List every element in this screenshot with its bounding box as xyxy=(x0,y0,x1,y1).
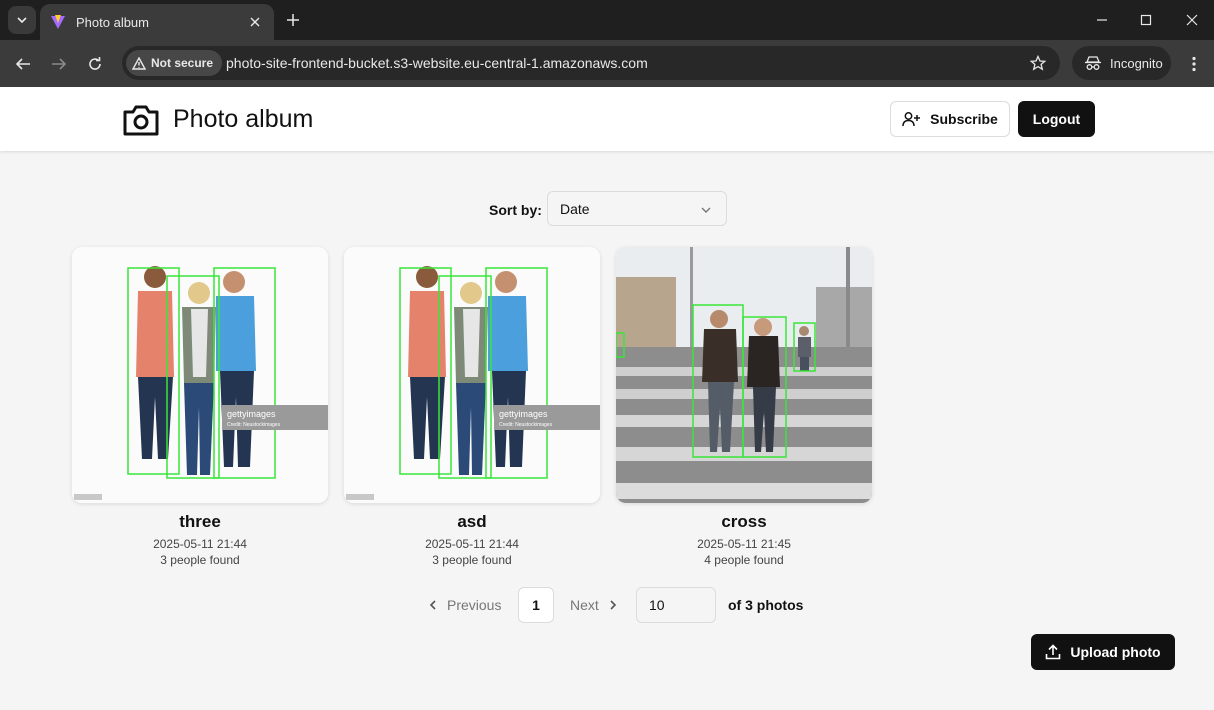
people-count: 3 people found xyxy=(432,553,512,567)
security-indicator[interactable]: Not secure xyxy=(126,50,223,76)
next-label: Next xyxy=(570,597,599,613)
watermark-text: gettyimages xyxy=(227,409,276,419)
subscribe-button[interactable]: Subscribe xyxy=(890,101,1010,137)
vite-favicon-icon xyxy=(50,14,66,30)
warning-icon xyxy=(132,56,146,70)
chevron-down-icon xyxy=(701,207,711,213)
sort-value: Date xyxy=(560,200,590,217)
photo-title: asd xyxy=(457,512,487,531)
credit-text: Credit: Neustockimages xyxy=(227,422,281,428)
incognito-indicator[interactable]: Incognito xyxy=(1072,46,1171,80)
browser-tab[interactable]: Photo album xyxy=(40,4,274,40)
sort-select[interactable]: Date xyxy=(547,191,727,226)
current-page-button[interactable]: 1 xyxy=(518,587,554,623)
watermark-text: gettyimages xyxy=(499,409,548,419)
more-options-icon[interactable] xyxy=(1184,52,1204,76)
chevron-left-icon xyxy=(429,600,436,610)
new-tab-icon[interactable] xyxy=(283,10,303,30)
camera-icon xyxy=(123,105,159,136)
upload-photo-button[interactable]: Upload photo xyxy=(1031,634,1175,670)
site-title: Photo album xyxy=(173,105,314,133)
photo-date: 2025-05-11 21:44 xyxy=(153,537,247,551)
bookmark-star-icon[interactable] xyxy=(1028,53,1048,73)
people-count: 4 people found xyxy=(704,553,784,567)
security-label: Not secure xyxy=(151,56,214,70)
total-photos-label: of 3 photos xyxy=(728,597,804,613)
previous-page-button[interactable]: Previous xyxy=(428,597,501,613)
close-tab-icon[interactable] xyxy=(246,13,264,31)
user-plus-icon xyxy=(902,112,921,127)
tab-search-button[interactable] xyxy=(8,6,36,34)
logout-button[interactable]: Logout xyxy=(1018,101,1095,137)
sort-label: Sort by: xyxy=(489,202,542,218)
credit-text: Credit: Neustockimages xyxy=(499,422,553,428)
upload-label: Upload photo xyxy=(1070,644,1161,660)
chevron-down-icon xyxy=(17,17,27,24)
minimize-icon[interactable] xyxy=(1090,8,1114,32)
photo-thumbnail[interactable]: gettyimages Credit: Neustockimages xyxy=(344,247,600,503)
photo-title: cross xyxy=(721,512,767,531)
photo-date: 2025-05-11 21:45 xyxy=(697,537,791,551)
reload-icon[interactable] xyxy=(83,52,107,76)
previous-label: Previous xyxy=(447,597,502,613)
close-window-icon[interactable] xyxy=(1180,8,1204,32)
browser-toolbar: Not secure photo-site-frontend-bucket.s3… xyxy=(0,40,1214,87)
incognito-icon xyxy=(1085,56,1101,70)
back-arrow-icon[interactable] xyxy=(11,52,35,76)
photo-title: three xyxy=(179,512,221,531)
people-count: 3 people found xyxy=(160,553,240,567)
subscribe-label: Subscribe xyxy=(930,111,998,127)
address-bar[interactable]: Not secure photo-site-frontend-bucket.s3… xyxy=(122,46,1060,80)
page-size-input[interactable]: 10 xyxy=(636,587,716,623)
browser-tab-bar: Photo album xyxy=(0,0,1214,40)
photo-thumbnail[interactable] xyxy=(616,247,872,503)
photo-date: 2025-05-11 21:44 xyxy=(425,537,519,551)
forward-arrow-icon[interactable] xyxy=(47,52,71,76)
next-page-button[interactable]: Next xyxy=(570,597,618,613)
upload-icon xyxy=(1046,644,1061,660)
maximize-icon[interactable] xyxy=(1134,8,1158,32)
tab-title: Photo album xyxy=(76,14,149,30)
chevron-right-icon xyxy=(610,600,616,610)
photo-thumbnail[interactable]: gettyimages Credit: Neustockimages xyxy=(72,247,328,503)
url-text[interactable]: photo-site-frontend-bucket.s3-website.eu… xyxy=(226,55,648,71)
incognito-label: Incognito xyxy=(1110,55,1163,71)
site-header: Photo album Subscribe Logout xyxy=(0,87,1214,151)
